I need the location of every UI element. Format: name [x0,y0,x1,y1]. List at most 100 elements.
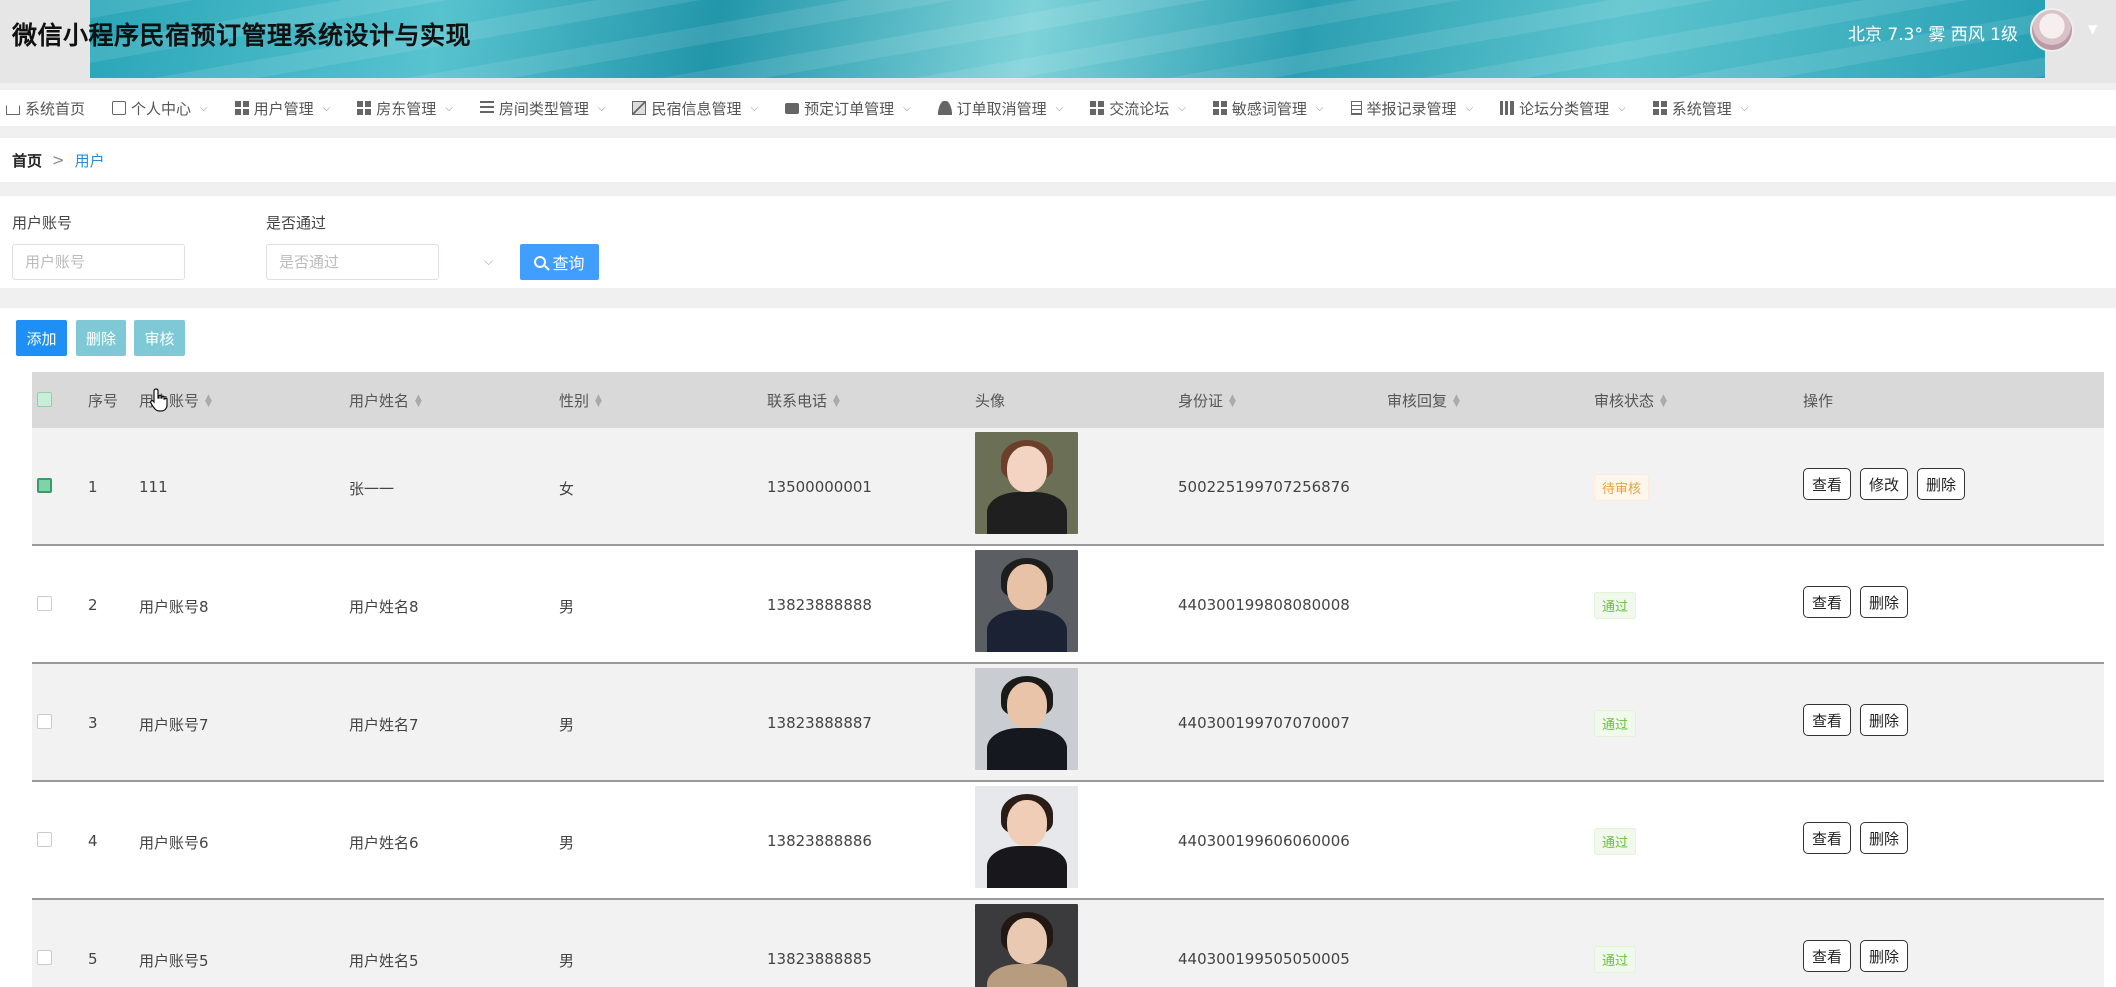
cell-gender: 男 [559,716,575,734]
nav-item-0[interactable]: 系统首页 [6,98,85,119]
header-name-label: 用户姓名 [349,391,410,410]
chevron-down-icon: ⌵ [1465,102,1474,114]
delete-button[interactable]: 删除 [1860,822,1909,854]
document-icon [1350,101,1362,115]
nav-item-label: 民宿信息管理 [651,99,742,118]
cell-index: 2 [88,596,98,614]
nav-item-9[interactable]: 敏感词管理 ⌵ [1212,98,1324,119]
cell-phone: 13823888888 [767,596,872,614]
nav-item-label: 论坛分类管理 [1519,99,1610,118]
cell-name: 用户姓名5 [349,952,419,970]
cell-index: 3 [88,714,98,732]
view-button[interactable]: 查看 [1803,822,1852,854]
batch-delete-button[interactable]: 删除 [76,320,126,356]
avatar-photo[interactable] [975,432,1078,534]
row-checkbox[interactable] [37,832,52,847]
row-checkbox[interactable] [37,950,52,965]
audit-button[interactable]: 审核 [134,320,185,356]
sort-icon[interactable]: ▲ ▼ [595,394,602,409]
cell-gender: 女 [559,480,575,498]
cell-gender: 男 [559,598,575,616]
query-button[interactable]: 查询 [520,244,599,280]
delete-button[interactable]: 删除 [1860,940,1909,972]
header-name[interactable]: 用户姓名 ▲ ▼ [349,390,422,411]
row-checkbox[interactable] [37,596,52,611]
grid-icon [1652,101,1667,115]
header-audit-status[interactable]: 审核状态 ▲ ▼ [1594,390,1667,411]
nav-item-5[interactable]: 民宿信息管理 ⌵ [632,98,758,119]
sort-icon[interactable]: ▲ ▼ [1229,394,1236,409]
nav-item-8[interactable]: 交流论坛 ⌵ [1090,98,1186,119]
delete-button[interactable]: 删除 [1860,704,1909,736]
nav-item-7[interactable]: 订单取消管理 ⌵ [937,98,1064,119]
nav-item-label: 订单取消管理 [956,99,1047,118]
approved-select[interactable] [266,244,439,280]
sort-icon[interactable]: ▲ ▼ [1660,394,1667,409]
avatar-photo[interactable] [975,550,1078,652]
cell-id-card: 440300199505050005 [1178,950,1350,968]
view-button[interactable]: 查看 [1803,586,1852,618]
cell-phone: 13500000001 [767,478,872,496]
nav-item-label: 系统首页 [25,99,86,118]
cell-name: 张一一 [349,480,395,498]
status-badge: 待审核 [1594,474,1650,501]
chevron-down-icon: ⌵ [750,102,759,114]
account-search-input[interactable] [12,244,185,280]
sort-icon[interactable]: ▲ ▼ [205,394,212,409]
table-row: 3 用户账号7 用户姓名7 男 13823888887 44030019970707000… [32,664,2104,782]
avatar-dropdown-icon[interactable]: ▼ [2088,22,2097,36]
view-button[interactable]: 查看 [1803,940,1852,972]
breadcrumb-current: 用户 [74,151,105,170]
sort-icon[interactable]: ▲ ▼ [415,394,422,409]
chevron-down-icon[interactable]: ⌵ [484,254,493,269]
avatar-photo[interactable] [975,904,1078,987]
nav-item-label: 房间类型管理 [498,99,589,118]
home-icon [6,105,20,115]
nav-item-1[interactable]: 个人中心 ⌵ [112,98,208,119]
header-audit-reply-label: 审核回复 [1387,391,1448,410]
nav-item-3[interactable]: 房东管理 ⌵ [357,98,453,119]
add-button[interactable]: 添加 [16,320,67,356]
nav-item-2[interactable]: 用户管理 ⌵ [234,98,330,119]
mouse-cursor-icon [150,388,168,412]
cell-account: 用户账号5 [139,952,209,970]
view-button[interactable]: 查看 [1803,468,1852,500]
select-all-checkbox[interactable] [37,392,52,407]
grid-icon [1090,101,1105,115]
user-avatar[interactable] [2030,8,2074,52]
nav-item-6[interactable]: 预定订单管理 ⌵ [785,98,911,119]
nav-item-11[interactable]: 论坛分类管理 ⌵ [1500,98,1626,119]
breadcrumb-separator: > [52,151,65,169]
avatar-photo[interactable] [975,668,1078,770]
chevron-down-icon: ⌵ [1740,102,1749,114]
header-phone[interactable]: 联系电话 ▲ ▼ [767,390,840,411]
nav-item-label: 预定订单管理 [804,99,895,118]
header-gender-label: 性别 [559,391,590,410]
delete-button[interactable]: 删除 [1917,468,1966,500]
nav-item-label: 个人中心 [131,99,192,118]
nav-item-10[interactable]: 举报记录管理 ⌵ [1350,98,1474,119]
chevron-down-icon: ⌵ [1055,102,1064,114]
cell-account: 111 [139,478,168,496]
breadcrumb-home[interactable]: 首页 [12,150,42,171]
row-checkbox[interactable] [37,478,52,493]
edit-button[interactable]: 修改 [1860,468,1909,500]
sort-icon[interactable]: ▲ ▼ [1453,394,1460,409]
delete-button[interactable]: 删除 [1860,586,1909,618]
view-button[interactable]: 查看 [1803,704,1852,736]
table-header: 序号 用户账号 ▲ ▼ 用户姓名 ▲ ▼ 性别 ▲ ▼ 联系电话 ▲ ▼ 头像 身份证 ▲ ▼ 审核… [32,372,2104,428]
header-account-label: 用户账号 [139,391,200,410]
cell-id-card: 440300199707070007 [1178,714,1350,732]
row-checkbox[interactable] [37,714,52,729]
app-title: 微信小程序民宿预订管理系统设计与实现 [12,21,472,50]
header-audit-reply[interactable]: 审核回复 ▲ ▼ [1387,390,1460,411]
header-id-card[interactable]: 身份证 ▲ ▼ [1178,390,1236,411]
avatar-photo[interactable] [975,786,1078,888]
header-gender[interactable]: 性别 ▲ ▼ [559,390,602,411]
nav-item-label: 房东管理 [376,99,437,118]
sort-icon[interactable]: ▲ ▼ [833,394,840,409]
nav-item-12[interactable]: 系统管理 ⌵ [1652,98,1749,119]
nav-item-4[interactable]: 房间类型管理 ⌵ [479,98,606,119]
grid-icon [357,101,372,115]
chevron-down-icon: ⌵ [597,102,606,114]
